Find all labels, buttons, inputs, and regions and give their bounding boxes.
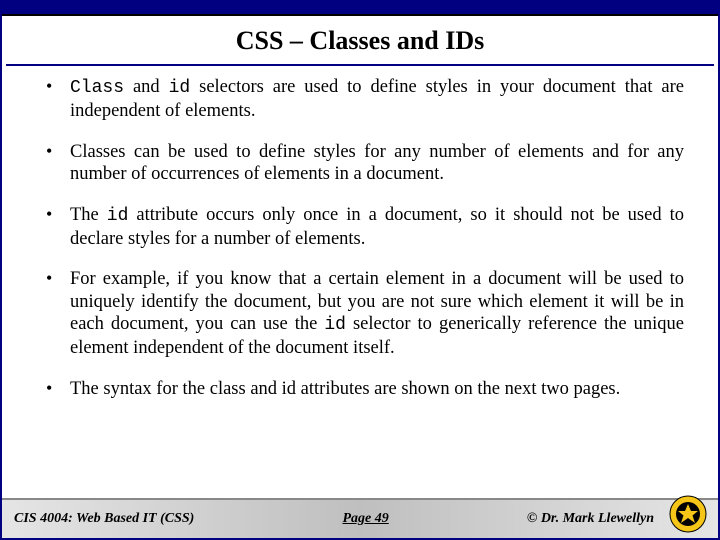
footer-course: CIS 4004: Web Based IT (CSS) [14, 511, 194, 527]
bullet-item: The syntax for the class and id attribut… [46, 378, 684, 401]
text: and [124, 77, 169, 97]
university-logo-icon [668, 494, 708, 534]
code-text: Class [70, 78, 124, 98]
body-area: Class and id selectors are used to defin… [2, 66, 718, 498]
text: Classes can be used to define styles for… [70, 142, 684, 185]
bullet-item: For example, if you know that a certain … [46, 268, 684, 360]
bullet-item: The id attribute occurs only once in a d… [46, 204, 684, 251]
text: The [70, 205, 107, 225]
title-area: CSS – Classes and IDs [6, 16, 714, 66]
bullet-item: Class and id selectors are used to defin… [46, 76, 684, 123]
text: attribute occurs only once in a document… [70, 205, 684, 249]
code-text: id [107, 206, 129, 226]
slide-title: CSS – Classes and IDs [16, 26, 704, 56]
footer-bar: CIS 4004: Web Based IT (CSS) Page 49 © D… [2, 498, 718, 538]
top-accent-bar [2, 2, 718, 16]
code-text: id [169, 78, 191, 98]
code-text: id [324, 315, 346, 335]
bullet-item: Classes can be used to define styles for… [46, 141, 684, 186]
footer-page-number: Page 49 [194, 511, 527, 527]
slide: CSS – Classes and IDs Class and id selec… [0, 0, 720, 540]
text: The syntax for the class and id attribut… [70, 379, 620, 399]
